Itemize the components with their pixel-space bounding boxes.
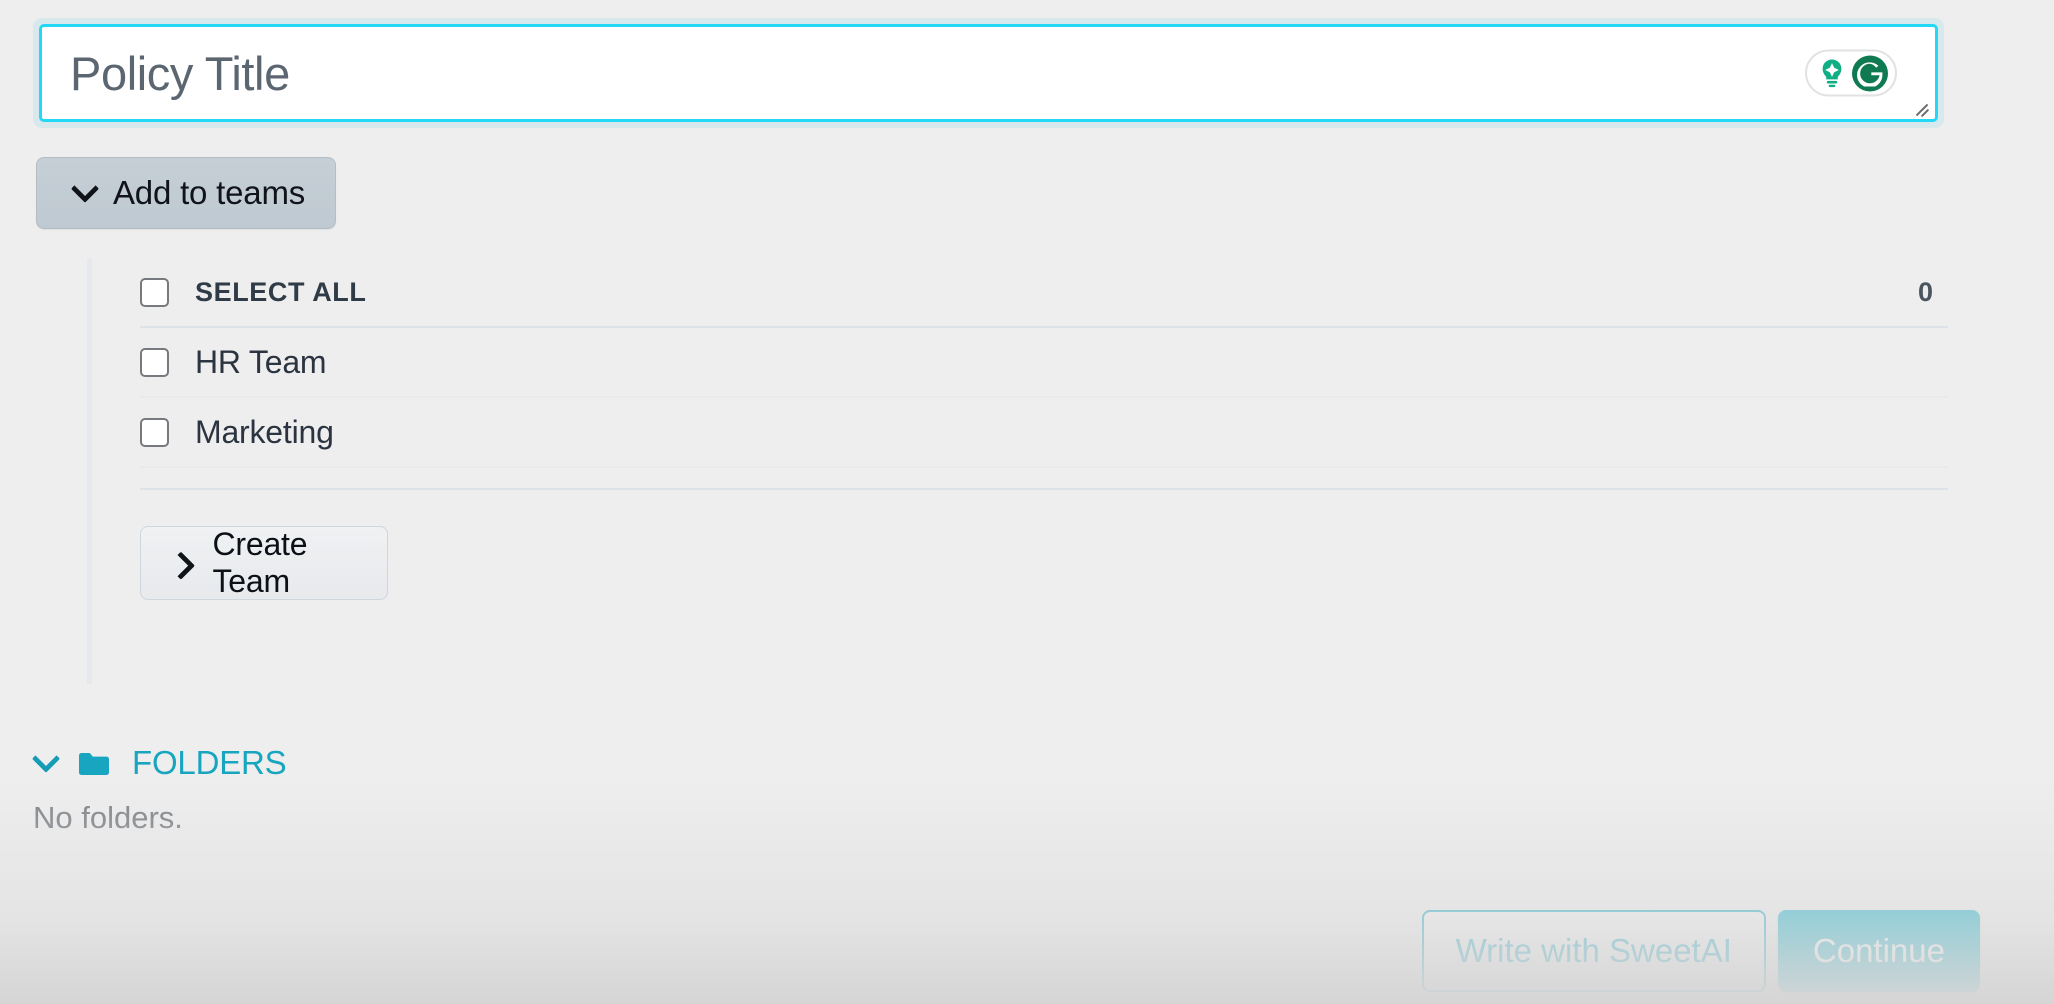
write-with-sweetai-button[interactable]: Write with SweetAI xyxy=(1421,910,1766,992)
policy-editor-page: Policy Title Add to teams SELECT ALL 0 H… xyxy=(0,0,2054,1004)
grammarly-logo-icon[interactable] xyxy=(1851,55,1888,91)
team-row-hr-team[interactable]: HR Team xyxy=(140,328,1944,396)
select-all-label: SELECT ALL xyxy=(195,276,367,307)
folders-section-header[interactable]: FOLDERS xyxy=(31,744,287,782)
textarea-resize-handle[interactable] xyxy=(1909,94,1931,118)
footer-actions: Write with SweetAI Continue xyxy=(1421,910,1980,992)
grammarly-assistant-pill[interactable] xyxy=(1805,49,1897,97)
teams-selection-panel: SELECT ALL 0 HR Team Marketing Create Te… xyxy=(87,258,1948,684)
create-team-button[interactable]: Create Team xyxy=(140,526,388,600)
folders-empty-message: No folders. xyxy=(33,800,183,835)
team-checkbox-marketing[interactable] xyxy=(140,417,169,447)
team-label: HR Team xyxy=(195,343,327,380)
create-team-label: Create Team xyxy=(212,526,308,599)
select-all-row[interactable]: SELECT ALL 0 xyxy=(140,258,1944,326)
selected-count: 0 xyxy=(1917,276,1933,307)
select-all-checkbox[interactable] xyxy=(140,277,169,307)
chevron-down-icon xyxy=(31,744,61,773)
folder-icon xyxy=(78,751,110,776)
add-to-teams-label: Add to teams xyxy=(113,174,306,211)
grammarly-suggestion-bulb-icon[interactable] xyxy=(1815,56,1849,90)
folders-label: FOLDERS xyxy=(132,744,287,781)
list-divider-bottom xyxy=(140,488,1948,490)
team-row-marketing[interactable]: Marketing xyxy=(140,398,1944,466)
policy-title-placeholder: Policy Title xyxy=(70,46,290,100)
policy-title-input[interactable]: Policy Title xyxy=(39,24,1938,122)
team-checkbox-hr-team[interactable] xyxy=(140,347,169,377)
chevron-right-icon xyxy=(166,551,195,580)
continue-button[interactable]: Continue xyxy=(1777,910,1980,992)
policy-title-field-wrapper: Policy Title xyxy=(33,18,1944,128)
add-to-teams-button[interactable]: Add to teams xyxy=(36,157,336,229)
chevron-down-icon xyxy=(70,174,100,203)
team-label: Marketing xyxy=(195,413,334,450)
